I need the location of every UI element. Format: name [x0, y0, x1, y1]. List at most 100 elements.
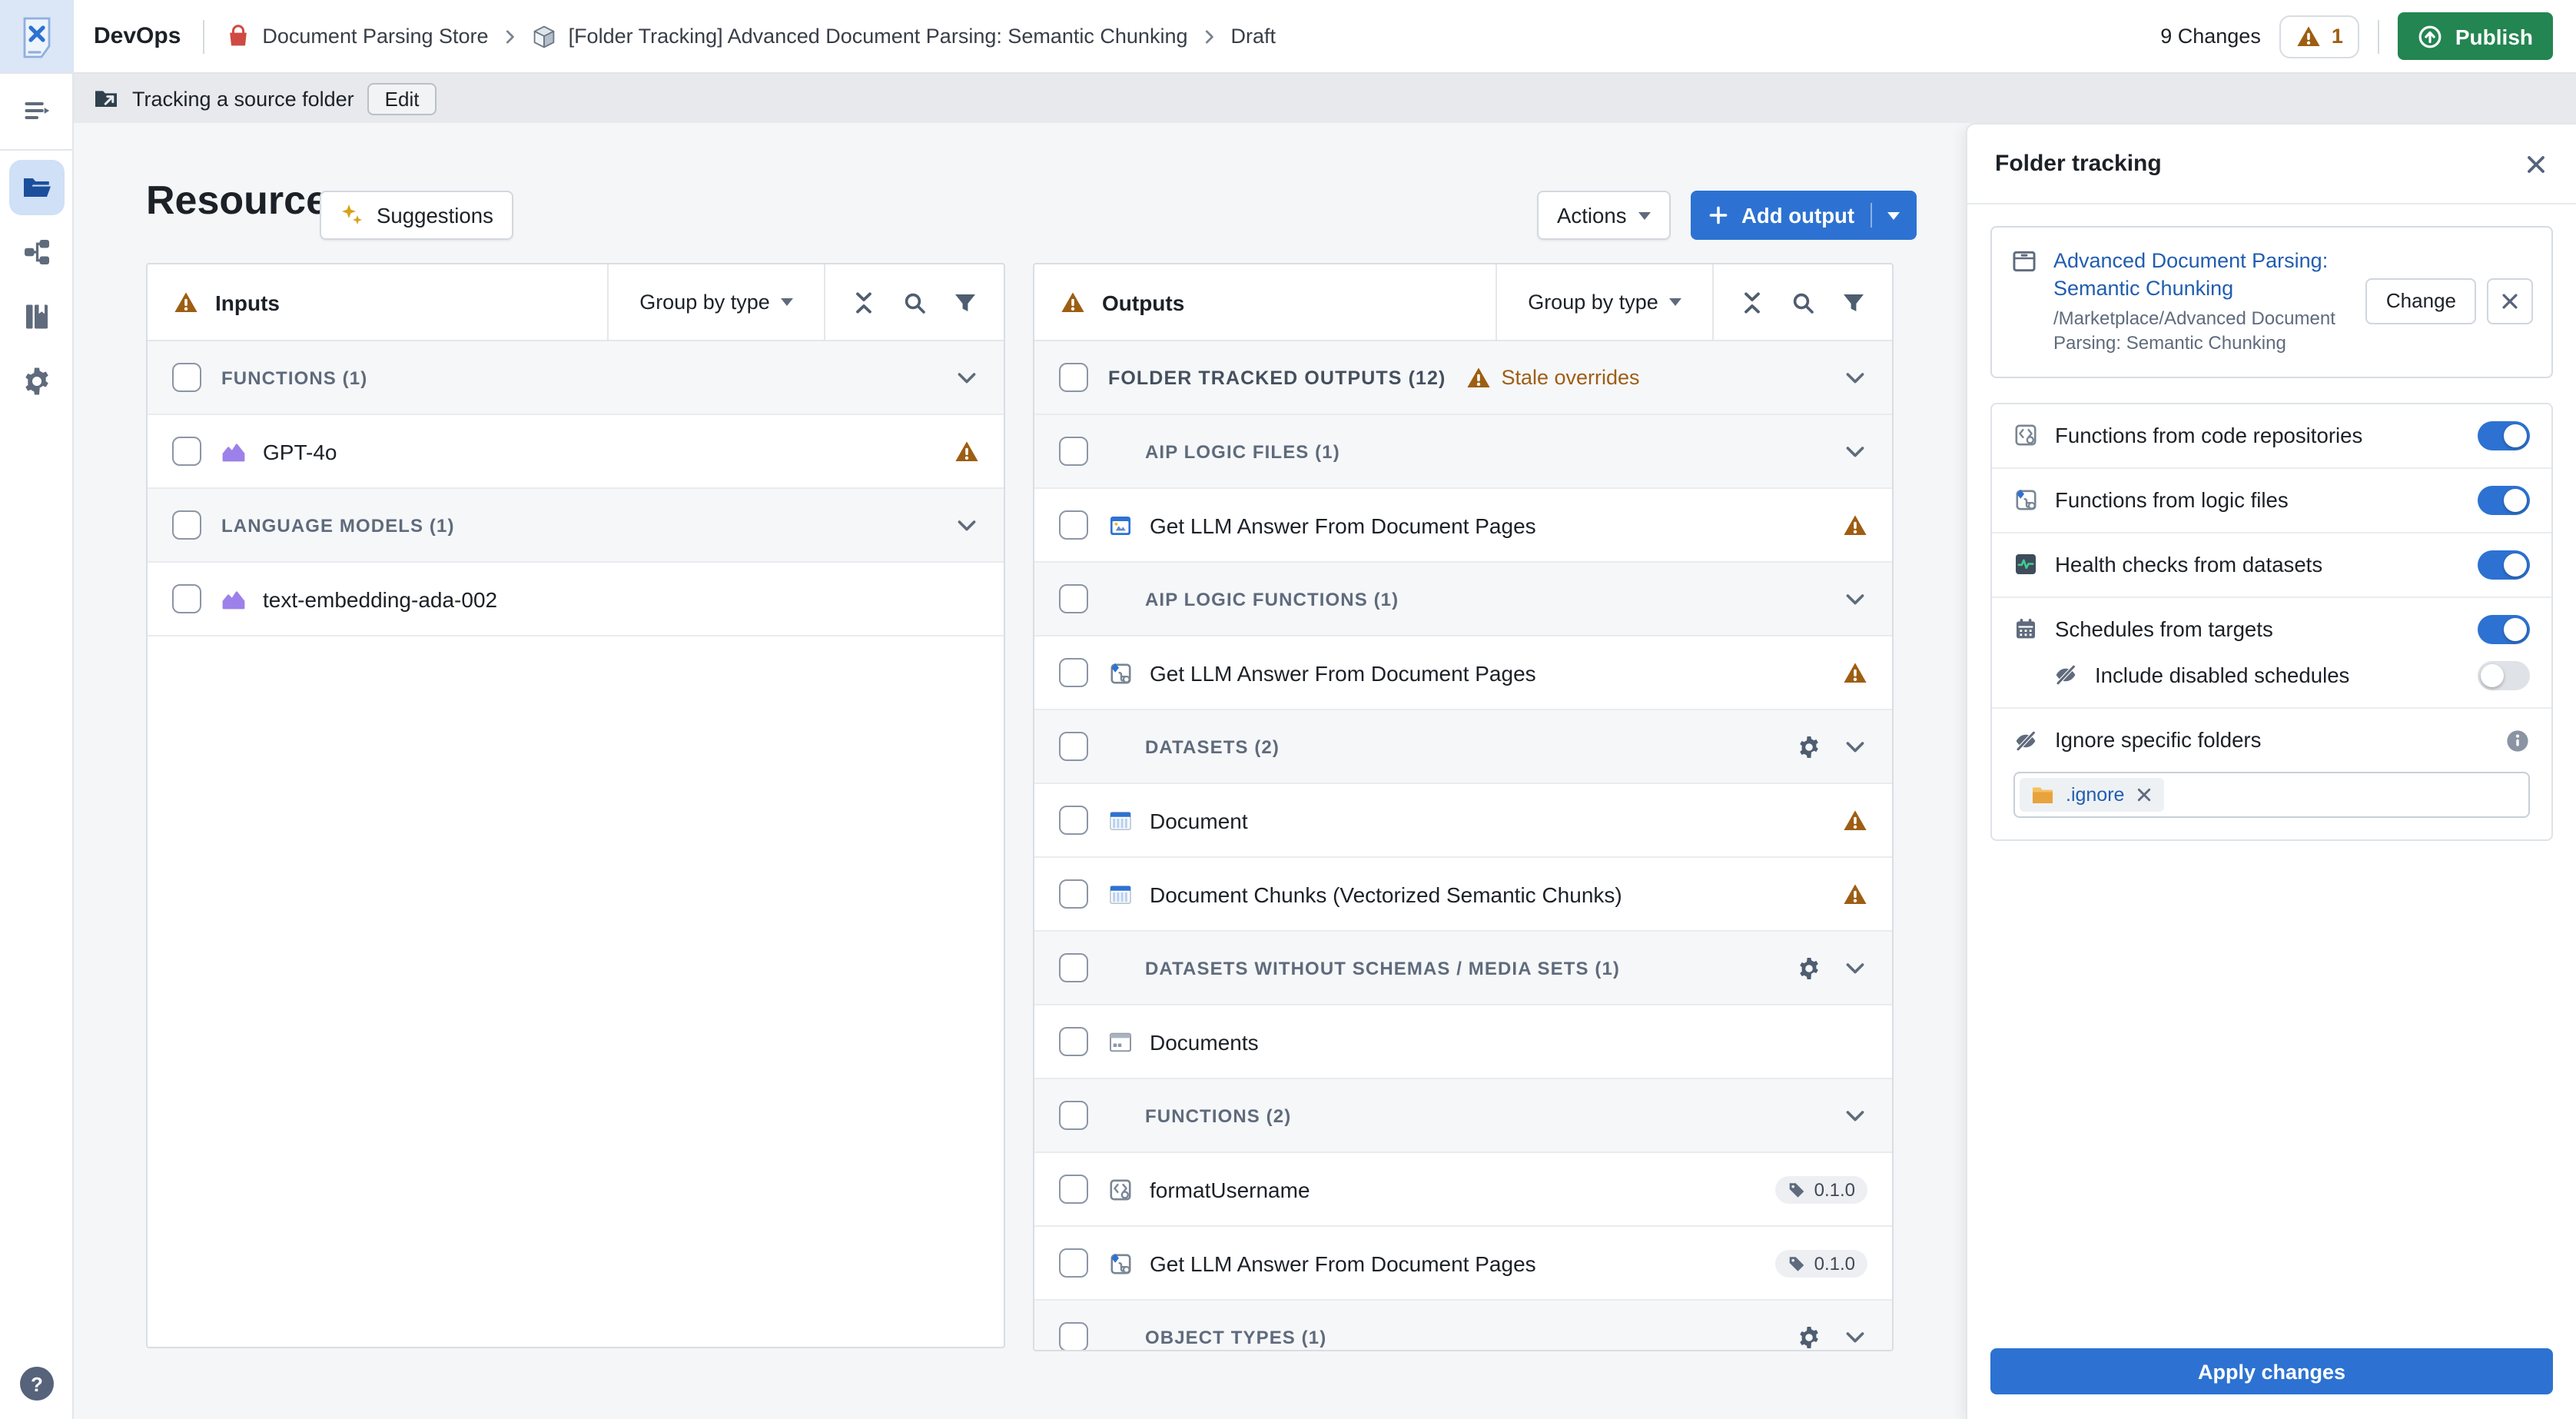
chevron-down-icon[interactable]	[1843, 439, 1867, 464]
edit-tracking-button[interactable]: Edit	[368, 82, 437, 115]
row-checkbox[interactable]	[1059, 1027, 1088, 1056]
row-checkbox[interactable]	[172, 584, 201, 613]
ignore-folders-label: Ignore specific folders	[2055, 729, 2261, 752]
chevron-down-icon[interactable]	[1843, 1324, 1867, 1349]
row-checkbox[interactable]	[1059, 1248, 1088, 1278]
row-checkbox[interactable]	[1059, 1175, 1088, 1204]
output-group-row[interactable]: DATASETS (2)	[1034, 710, 1892, 784]
output-resource-row[interactable]: formatUsername 0.1.0	[1034, 1153, 1892, 1227]
output-resource-row[interactable]: Document	[1034, 784, 1892, 858]
row-checkbox[interactable]	[1059, 584, 1088, 613]
row-checkbox[interactable]	[1059, 1101, 1088, 1130]
input-resource-row[interactable]: GPT-4o	[148, 415, 1004, 489]
output-resource-row[interactable]: Document Chunks (Vectorized Semantic Chu…	[1034, 858, 1892, 932]
row-checkbox[interactable]	[1059, 1322, 1088, 1351]
output-group-row[interactable]: AIP LOGIC FUNCTIONS (1)	[1034, 563, 1892, 636]
row-checkbox[interactable]	[1059, 953, 1088, 982]
add-output-button[interactable]: Add output	[1691, 191, 1916, 240]
aip-logic-function-icon	[1108, 1251, 1133, 1275]
row-checkbox[interactable]	[172, 363, 201, 392]
sidebar-item-resources[interactable]	[8, 160, 64, 215]
app-logo[interactable]	[0, 0, 74, 72]
row-checkbox[interactable]	[1059, 437, 1088, 466]
collapse-all-icon[interactable]	[1740, 290, 1764, 314]
eye-off-icon	[2013, 728, 2038, 753]
row-checkbox[interactable]	[1059, 510, 1088, 540]
help-button[interactable]: ?	[20, 1367, 54, 1401]
chevron-down-icon[interactable]	[1843, 955, 1867, 980]
toggle-functions-logic[interactable]	[2478, 485, 2530, 514]
remove-chip-icon[interactable]	[2135, 785, 2153, 803]
row-checkbox[interactable]	[1059, 658, 1088, 687]
chevron-down-icon[interactable]	[1843, 365, 1867, 390]
changes-count[interactable]: 9 Changes	[2160, 25, 2261, 48]
warning-count-badge[interactable]: 1	[2279, 15, 2360, 58]
filter-icon[interactable]	[1841, 290, 1866, 314]
sidebar-item-library[interactable]	[8, 289, 64, 344]
output-resource-row[interactable]: Get LLM Answer From Document Pages 0.1.0	[1034, 1227, 1892, 1301]
search-icon[interactable]	[902, 290, 927, 314]
output-group-row[interactable]: DATASETS WITHOUT SCHEMAS / MEDIA SETS (1…	[1034, 932, 1892, 1005]
tracking-options-card: Functions from code repositories Functio…	[1990, 402, 2553, 840]
chevron-right-icon	[501, 27, 520, 45]
output-group-row[interactable]: AIP LOGIC FILES (1)	[1034, 415, 1892, 489]
input-group-row[interactable]: FUNCTIONS (1)	[148, 341, 1004, 415]
toggle-include-disabled[interactable]	[2478, 660, 2530, 690]
collapse-all-icon[interactable]	[851, 290, 876, 314]
apply-changes-button[interactable]: Apply changes	[1990, 1348, 2553, 1394]
toggle-schedules[interactable]	[2478, 614, 2530, 643]
row-checkbox[interactable]	[1059, 806, 1088, 835]
warning-icon	[1843, 808, 1867, 832]
row-checkbox[interactable]	[1059, 363, 1088, 392]
output-group-row[interactable]: FOLDER TRACKED OUTPUTS (12) Stale overri…	[1034, 341, 1892, 415]
output-resource-row[interactable]: Documents	[1034, 1005, 1892, 1079]
output-resource-row[interactable]: Get LLM Answer From Document Pages	[1034, 636, 1892, 710]
tracked-target-link[interactable]: Advanced Document Parsing: Semantic Chun…	[2053, 248, 2351, 304]
sidebar-expand-menu[interactable]	[8, 83, 64, 138]
close-icon[interactable]	[2524, 151, 2548, 176]
output-resource-row[interactable]: Get LLM Answer From Document Pages	[1034, 489, 1892, 563]
remove-target-button[interactable]	[2487, 279, 2533, 325]
row-checkbox[interactable]	[172, 437, 201, 466]
row-checkbox[interactable]	[1059, 879, 1088, 909]
group-settings-gear-icon[interactable]	[1797, 1324, 1821, 1349]
caret-down-icon[interactable]	[1887, 211, 1899, 219]
publish-button[interactable]: Publish	[2398, 12, 2553, 60]
filter-icon[interactable]	[953, 290, 978, 314]
tracking-label: Tracking a source folder	[132, 87, 354, 110]
input-group-row[interactable]: LANGUAGE MODELS (1)	[148, 489, 1004, 563]
group-by-label: Group by type	[639, 291, 770, 314]
group-settings-gear-icon[interactable]	[1797, 955, 1821, 980]
function-icon	[1108, 1177, 1133, 1201]
input-resource-row[interactable]: text-embedding-ada-002	[148, 563, 1004, 636]
group-settings-gear-icon[interactable]	[1797, 734, 1821, 759]
search-icon[interactable]	[1791, 290, 1815, 314]
breadcrumb-store[interactable]: Document Parsing Store	[262, 25, 488, 48]
row-checkbox[interactable]	[1059, 732, 1088, 761]
tracked-target-actions: Change	[2366, 279, 2533, 325]
actions-dropdown[interactable]: Actions	[1537, 191, 1671, 240]
change-target-button[interactable]: Change	[2366, 279, 2476, 325]
chevron-down-icon[interactable]	[954, 365, 979, 390]
toggle-health-checks[interactable]	[2478, 550, 2530, 579]
inputs-group-by-dropdown[interactable]: Group by type	[607, 264, 824, 340]
suggestions-button[interactable]: Suggestions	[320, 191, 513, 240]
breadcrumb-draft[interactable]: Draft	[1231, 25, 1276, 48]
output-group-row[interactable]: FUNCTIONS (2)	[1034, 1079, 1892, 1153]
sidebar-item-pipeline[interactable]	[8, 224, 64, 280]
sidebar-item-settings[interactable]	[8, 354, 64, 409]
info-icon[interactable]	[2505, 728, 2530, 753]
app-name[interactable]: DevOps	[94, 23, 181, 49]
breadcrumb-product[interactable]: [Folder Tracking] Advanced Document Pars…	[569, 25, 1188, 48]
chevron-down-icon[interactable]	[1843, 734, 1867, 759]
ignore-folders-input[interactable]: .ignore	[2013, 771, 2530, 817]
toggle-functions-code[interactable]	[2478, 420, 2530, 450]
outputs-group-by-dropdown[interactable]: Group by type	[1495, 264, 1712, 340]
row-checkbox[interactable]	[172, 510, 201, 540]
chevron-down-icon[interactable]	[1843, 587, 1867, 611]
toggle-knob	[2504, 424, 2527, 447]
inputs-header-tools	[824, 264, 1004, 340]
chevron-down-icon[interactable]	[954, 513, 979, 537]
output-group-row[interactable]: OBJECT TYPES (1)	[1034, 1301, 1892, 1351]
chevron-down-icon[interactable]	[1843, 1103, 1867, 1128]
